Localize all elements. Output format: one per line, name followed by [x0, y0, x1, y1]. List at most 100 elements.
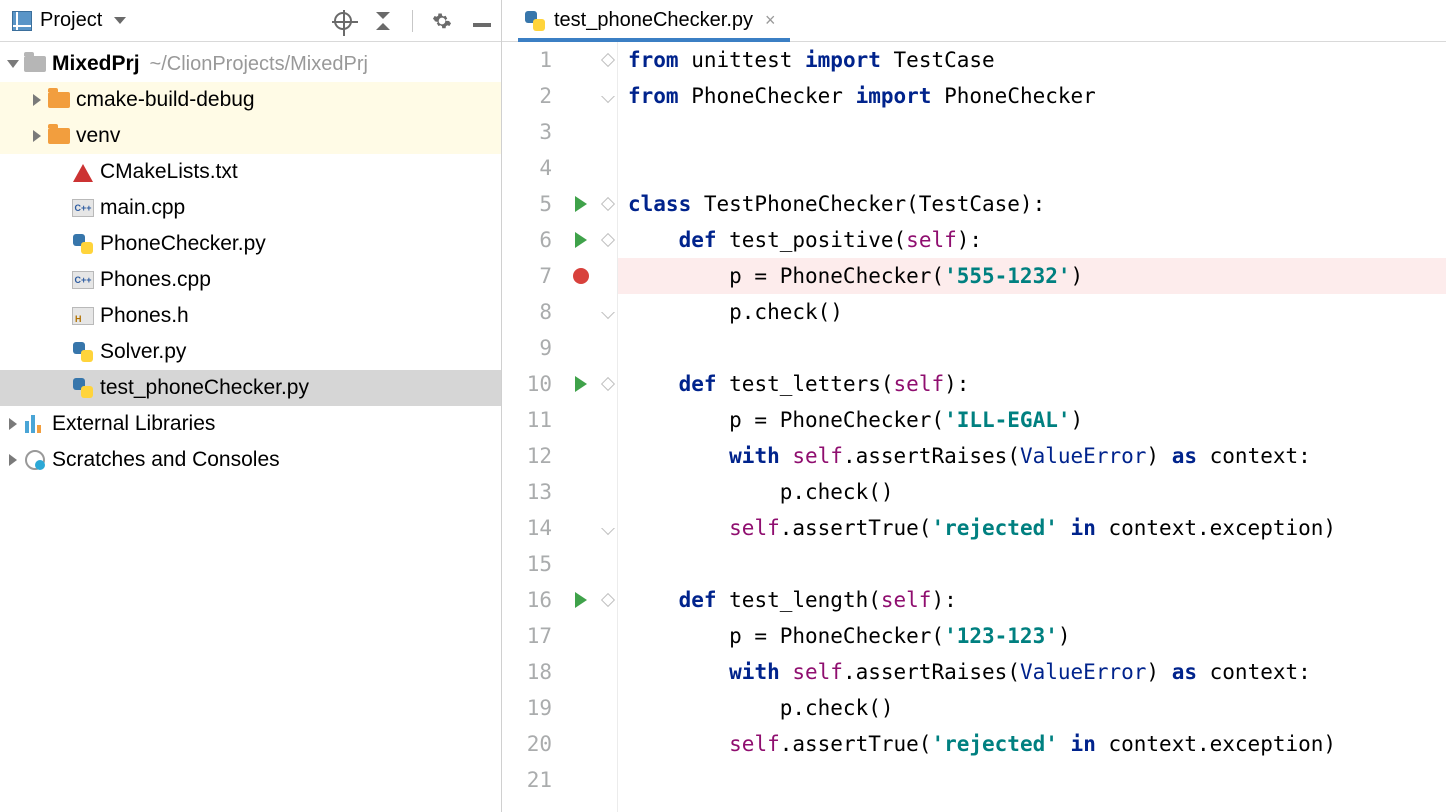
chevron-right-icon — [9, 454, 17, 466]
fold-icon[interactable] — [600, 233, 614, 247]
tree-item-label: Phones.cpp — [100, 268, 211, 292]
fold-icon[interactable] — [600, 89, 614, 103]
code-line[interactable]: def test_letters(self): — [618, 366, 1446, 402]
sidebar-header: Project — [0, 0, 501, 42]
line-number: 10 — [502, 366, 552, 402]
run-icon[interactable] — [575, 376, 587, 392]
code-line[interactable] — [618, 762, 1446, 798]
python-icon — [73, 378, 93, 398]
line-number: 21 — [502, 762, 552, 798]
line-number: 15 — [502, 546, 552, 582]
line-number: 17 — [502, 618, 552, 654]
code-view[interactable]: from unittest import TestCase from Phone… — [618, 42, 1446, 812]
tree-file-phones-h[interactable]: H Phones.h — [0, 298, 501, 334]
fold-icon[interactable] — [600, 197, 614, 211]
project-name: MixedPrj — [52, 52, 140, 76]
hide-sidebar-button[interactable] — [471, 10, 493, 32]
code-line[interactable]: p = PhoneChecker('123-123') — [618, 618, 1446, 654]
code-line[interactable]: self.assertTrue('rejected' in context.ex… — [618, 726, 1446, 762]
project-tree[interactable]: MixedPrj ~/ClionProjects/MixedPrj cmake-… — [0, 42, 501, 812]
code-line[interactable] — [618, 330, 1446, 366]
line-number: 9 — [502, 330, 552, 366]
locate-file-button[interactable] — [332, 10, 354, 32]
tree-scratches[interactable]: Scratches and Consoles — [0, 442, 501, 478]
breakpoint-icon[interactable] — [573, 268, 589, 284]
chevron-right-icon — [33, 94, 41, 106]
minimize-icon — [473, 23, 491, 27]
cpp-icon: C++ — [72, 271, 94, 289]
tree-external-libraries[interactable]: External Libraries — [0, 406, 501, 442]
tree-folder-cmake-build-debug[interactable]: cmake-build-debug — [0, 82, 501, 118]
tree-folder-venv[interactable]: venv — [0, 118, 501, 154]
python-icon — [73, 234, 93, 254]
code-line[interactable]: with self.assertRaises(ValueError) as co… — [618, 438, 1446, 474]
tree-item-label: test_phoneChecker.py — [100, 376, 309, 400]
tree-item-label: CMakeLists.txt — [100, 160, 238, 184]
libraries-icon — [25, 415, 45, 433]
gutter-fold[interactable] — [598, 42, 618, 812]
tab-filename: test_phoneChecker.py — [554, 9, 753, 32]
fold-icon[interactable] — [600, 593, 614, 607]
line-number: 18 — [502, 654, 552, 690]
cmake-icon — [73, 162, 93, 182]
code-line[interactable]: from unittest import TestCase — [618, 42, 1446, 78]
tree-file-main-cpp[interactable]: C++ main.cpp — [0, 190, 501, 226]
editor-tab-active[interactable]: test_phoneChecker.py × — [518, 3, 790, 42]
project-path: ~/ClionProjects/MixedPrj — [150, 53, 368, 76]
code-line[interactable]: self.assertTrue('rejected' in context.ex… — [618, 510, 1446, 546]
fold-icon[interactable] — [600, 377, 614, 391]
fold-icon[interactable] — [600, 53, 614, 67]
tree-item-label: Phones.h — [100, 304, 189, 328]
tree-item-label: cmake-build-debug — [76, 88, 255, 112]
run-icon[interactable] — [575, 196, 587, 212]
line-number: 4 — [502, 150, 552, 186]
editor-tabbar: test_phoneChecker.py × — [502, 0, 1446, 42]
code-line[interactable]: p.check() — [618, 474, 1446, 510]
sidebar-title-label: Project — [40, 9, 102, 32]
tree-file-solver-py[interactable]: Solver.py — [0, 334, 501, 370]
code-line[interactable]: p = PhoneChecker('ILL-EGAL') — [618, 402, 1446, 438]
run-icon[interactable] — [575, 592, 587, 608]
tree-item-label: main.cpp — [100, 196, 185, 220]
project-view-icon — [12, 11, 32, 31]
project-sidebar: Project MixedPrj ~/ClionProjects/MixedPr… — [0, 0, 502, 812]
code-line[interactable]: def test_positive(self): — [618, 222, 1446, 258]
fold-icon[interactable] — [600, 305, 614, 319]
line-number-gutter[interactable]: 1 2 3 4 5 6 7 8 9 10 11 12 13 14 15 16 1… — [502, 42, 564, 812]
code-line[interactable]: from PhoneChecker import PhoneChecker — [618, 78, 1446, 114]
tree-file-phones-cpp[interactable]: C++ Phones.cpp — [0, 262, 501, 298]
project-view-selector[interactable]: Project — [8, 7, 130, 34]
code-line[interactable] — [618, 150, 1446, 186]
folder-icon — [24, 56, 46, 72]
code-line[interactable]: with self.assertRaises(ValueError) as co… — [618, 654, 1446, 690]
chevron-right-icon — [9, 418, 17, 430]
settings-button[interactable] — [431, 10, 453, 32]
run-icon[interactable] — [575, 232, 587, 248]
collapse-icon — [374, 14, 392, 28]
tree-item-label: External Libraries — [52, 412, 215, 436]
tree-item-label: PhoneChecker.py — [100, 232, 266, 256]
code-line[interactable]: p.check() — [618, 294, 1446, 330]
gutter-icons[interactable] — [564, 42, 598, 812]
divider — [412, 10, 413, 32]
tree-file-cmakelists[interactable]: CMakeLists.txt — [0, 154, 501, 190]
code-line[interactable]: def test_length(self): — [618, 582, 1446, 618]
project-root[interactable]: MixedPrj ~/ClionProjects/MixedPrj — [0, 46, 501, 82]
code-line[interactable] — [618, 546, 1446, 582]
line-number: 2 — [502, 78, 552, 114]
tree-file-phonechecker-py[interactable]: PhoneChecker.py — [0, 226, 501, 262]
line-number: 14 — [502, 510, 552, 546]
fold-icon[interactable] — [600, 521, 614, 535]
code-line[interactable]: p.check() — [618, 690, 1446, 726]
tree-file-test-phonechecker-py[interactable]: test_phoneChecker.py — [0, 370, 501, 406]
collapse-all-button[interactable] — [372, 10, 394, 32]
code-line[interactable]: p = PhoneChecker('555-1232') — [618, 258, 1446, 294]
line-number: 8 — [502, 294, 552, 330]
line-number: 11 — [502, 402, 552, 438]
chevron-right-icon — [33, 130, 41, 142]
line-number: 3 — [502, 114, 552, 150]
line-number: 5 — [502, 186, 552, 222]
code-line[interactable]: class TestPhoneChecker(TestCase): — [618, 186, 1446, 222]
code-line[interactable] — [618, 114, 1446, 150]
close-tab-button[interactable]: × — [761, 10, 780, 31]
